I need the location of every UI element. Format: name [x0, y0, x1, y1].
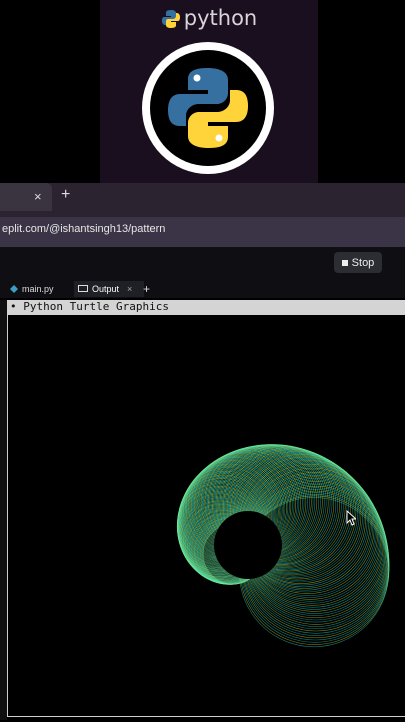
add-pane-tab-button[interactable]: + [143, 281, 150, 297]
python-large-logo-icon [168, 68, 248, 148]
python-logo-icon [161, 10, 180, 28]
tab-output-close-icon[interactable]: × [127, 284, 132, 294]
stop-label: Stop [351, 256, 375, 269]
python-file-icon [10, 285, 18, 293]
stop-icon [341, 259, 348, 266]
pane-tab-bar [0, 280, 405, 298]
tab-output[interactable]: Output × [74, 281, 144, 297]
new-tab-button[interactable]: + [61, 186, 70, 204]
logo-inner [150, 50, 266, 166]
tab-main-py[interactable]: main.py [10, 281, 54, 297]
stop-button[interactable]: Stop [334, 252, 382, 273]
tab-output-label: Output [92, 284, 120, 294]
tab-close-icon[interactable]: × [34, 189, 42, 204]
overlay-title: python [100, 6, 318, 30]
overlay-title-text: python [183, 6, 258, 30]
spiral-center-hole [214, 511, 282, 579]
browser-tab[interactable] [0, 183, 52, 211]
left-gutter [0, 300, 7, 720]
mouse-cursor-icon [346, 510, 356, 526]
monitor-icon [78, 285, 88, 292]
url-text[interactable]: eplit.com/@ishantsingh13/pattern [2, 223, 165, 235]
tab-main-label: main.py [22, 284, 54, 294]
turtle-window-title: • Python Turtle Graphics [10, 300, 169, 313]
